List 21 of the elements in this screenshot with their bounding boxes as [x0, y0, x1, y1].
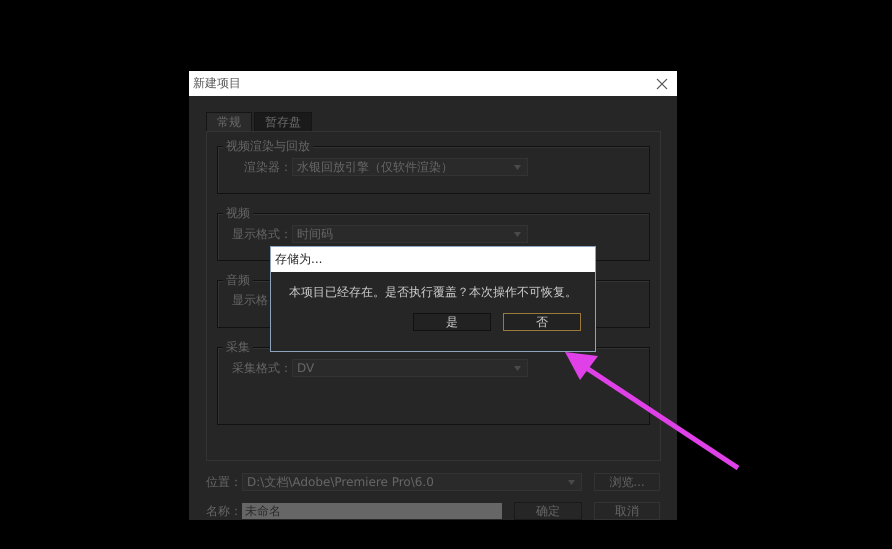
dropdown[interactable]: 时间码 [292, 225, 528, 243]
field-label: 名称： [206, 502, 242, 520]
caret-icon [568, 480, 575, 484]
dropdown[interactable]: DV [292, 359, 528, 377]
caret-icon [514, 164, 521, 170]
caret-icon [514, 366, 521, 370]
alert-message: 本项目已经存在。是否执行覆盖？本次操作不可恢复。 [288, 284, 578, 301]
group-title: 视频渲染与回放 [223, 138, 313, 155]
group-title: 音频 [223, 272, 253, 289]
field-label: 渲染器： [244, 158, 292, 176]
field-label: 显示格式： [232, 226, 292, 242]
group-title: 视频 [223, 205, 253, 222]
field-label: 位置： [206, 474, 242, 490]
dropdown[interactable]: 水银回放引擎（仅软件渲染） [292, 158, 528, 176]
alert-button[interactable]: 是 [413, 313, 491, 331]
caret-icon [514, 232, 521, 236]
field-label: 显示格 [232, 292, 268, 309]
window-title: 新建项目 [193, 75, 241, 92]
alert-button[interactable]: 否 [503, 313, 581, 331]
alert-title: 存储为... [275, 251, 322, 268]
field-label: 采集格式： [232, 360, 292, 376]
